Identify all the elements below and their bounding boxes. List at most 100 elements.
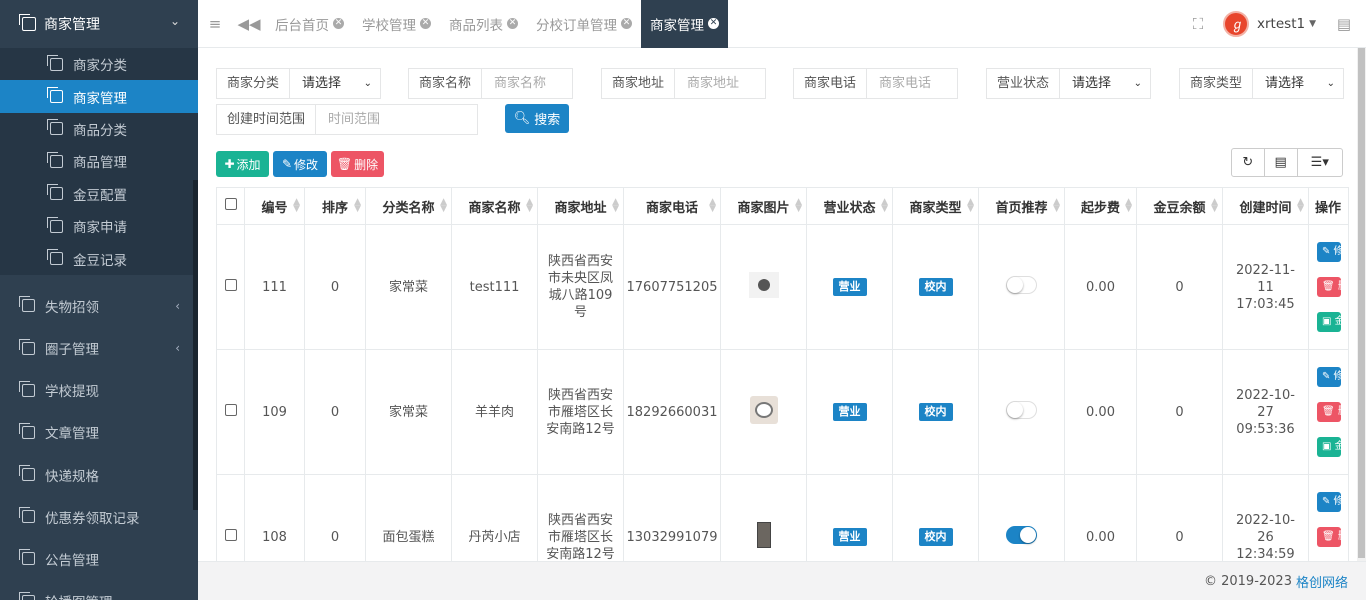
column-header[interactable]: 创建时间 ▲ ▼ xyxy=(1222,187,1309,225)
caret-down-icon[interactable]: ▼ xyxy=(1309,19,1316,29)
row-delete-button[interactable]: 🗑︎ 删 xyxy=(1317,277,1341,297)
recommend-toggle[interactable] xyxy=(1006,525,1037,544)
sidebar-item-notices[interactable]: 公告管理 xyxy=(0,538,198,580)
header-label: 商家名称 xyxy=(468,200,521,216)
column-header[interactable]: 排序 ▲ ▼ xyxy=(304,187,366,225)
avatar[interactable] xyxy=(1223,11,1250,37)
row-checkbox[interactable] xyxy=(224,403,237,416)
topbar: ≡ ◀◀ 后台首页 ✕ 学校管理 ✕ 商品列表 ✕ 分校订单管理 ✕ 商家管理 ✕ ⛶ x… xyxy=(198,0,1366,48)
tab-school[interactable]: 学校管理 ✕ xyxy=(353,0,440,48)
tab-products[interactable]: 商品列表 ✕ xyxy=(440,0,527,48)
column-header[interactable]: 商家名称 ▲ ▼ xyxy=(451,187,538,225)
menu-toggle-icon[interactable]: ≡ xyxy=(198,0,232,48)
toggle-view-icon[interactable]: ▤ xyxy=(1265,149,1298,176)
sidebar-subitem-merchant-management[interactable]: 商家管理 xyxy=(0,80,198,113)
merchant-image[interactable] xyxy=(756,521,771,548)
recommend-toggle[interactable] xyxy=(1006,275,1037,294)
brand-link[interactable]: 格创网络 xyxy=(1296,572,1348,591)
close-icon[interactable]: ✕ xyxy=(420,18,431,29)
column-header[interactable]: 起步费 ▲ ▼ xyxy=(1064,187,1137,225)
type-select[interactable]: 请选择 ⌄ xyxy=(1253,68,1345,99)
type-badge: 校内 xyxy=(918,528,953,546)
status-select[interactable]: 请选择 ⌄ xyxy=(1060,68,1152,99)
merchant-image[interactable] xyxy=(748,271,779,298)
topbar-right: ⛶ xrtest1 ▼ ▤ xyxy=(1181,0,1366,48)
cell-type: 校内 xyxy=(892,224,979,350)
category-select[interactable]: 请选择 ⌄ xyxy=(290,68,382,99)
columns-icon[interactable]: ☰▾ xyxy=(1298,149,1342,176)
settings-list-icon[interactable]: ▤ xyxy=(1330,0,1358,48)
address-input[interactable]: 商家地址 xyxy=(675,68,767,99)
row-edit-button[interactable]: ✎ 修 xyxy=(1317,492,1341,512)
sidebar-subitem-merchant-application[interactable]: 商家申请 xyxy=(0,210,198,242)
column-header[interactable]: 编号 ▲ ▼ xyxy=(244,187,305,225)
select-all-checkbox[interactable] xyxy=(224,198,237,210)
add-button[interactable]: ✚ 添加 xyxy=(216,151,269,177)
close-icon[interactable]: ✕ xyxy=(621,18,632,29)
close-icon[interactable]: ✕ xyxy=(507,18,518,29)
sidebar-item-articles[interactable]: 文章管理 xyxy=(0,411,198,453)
column-header[interactable]: 商家地址 ▲ ▼ xyxy=(537,187,624,225)
tab-home[interactable]: 后台首页 ✕ xyxy=(266,0,353,48)
row-delete-button[interactable]: 🗑︎ 删 xyxy=(1317,527,1341,547)
name-input[interactable]: 商家名称 xyxy=(482,68,574,99)
sidebar-item-label: 失物招领 xyxy=(45,299,99,316)
sidebar-item-express[interactable]: 快递规格 xyxy=(0,453,198,495)
copy-icon xyxy=(47,151,63,168)
column-header[interactable]: 商家类型 ▲ ▼ xyxy=(892,187,979,225)
column-header[interactable]: 金豆余额 ▲ ▼ xyxy=(1136,187,1223,225)
row-beans-button[interactable]: ▣ 金 xyxy=(1317,437,1341,457)
username[interactable]: xrtest1 xyxy=(1257,16,1305,32)
header-label: 金豆余额 xyxy=(1153,200,1206,216)
sidebar-item-merchant-management[interactable]: 商家管理 ⌄ xyxy=(0,0,198,48)
cell-type: 校内 xyxy=(892,474,979,561)
sidebar-item-coupons[interactable]: 优惠券领取记录 xyxy=(0,496,198,538)
date-range-input[interactable]: 时间范围 xyxy=(316,104,479,135)
sort-icon: ▲ ▼ xyxy=(795,197,802,214)
column-header[interactable]: 营业状态 ▲ ▼ xyxy=(806,187,893,225)
row-edit-button[interactable]: ✎ 修 xyxy=(1317,242,1341,262)
tab-branch-orders[interactable]: 分校订单管理 ✕ xyxy=(527,0,641,48)
header-label: 创建时间 xyxy=(1239,200,1292,216)
cell-fee: 0.00 xyxy=(1064,224,1137,350)
sidebar-item-school-withdraw[interactable]: 学校提现 xyxy=(0,369,198,411)
sidebar-subitem-bean-config[interactable]: 金豆配置 xyxy=(0,178,198,210)
sidebar-item-banners[interactable]: 轮播图管理 xyxy=(0,580,198,600)
select-value: 请选择 xyxy=(1072,76,1112,91)
row-checkbox[interactable] xyxy=(224,528,237,541)
column-header[interactable]: 分类名称 ▲ ▼ xyxy=(365,187,452,225)
copy-icon xyxy=(19,338,35,355)
tab-merchants[interactable]: 商家管理 ✕ xyxy=(641,0,728,48)
fullscreen-icon[interactable]: ⛶ xyxy=(1181,0,1215,48)
delete-button[interactable]: 🗑︎ 删除 xyxy=(331,151,384,177)
column-header[interactable]: 首页推荐 ▲ ▼ xyxy=(978,187,1065,225)
edit-button[interactable]: ✎ 修改 xyxy=(273,151,327,177)
sidebar-subitem-product-management[interactable]: 商品管理 xyxy=(0,145,198,177)
filter-phone: 商家电话 商家电话 xyxy=(793,68,959,99)
row-edit-button[interactable]: ✎ 修 xyxy=(1317,367,1341,387)
scrollbar-thumb[interactable] xyxy=(1358,48,1365,558)
cell-id: 108 xyxy=(244,474,305,561)
search-button[interactable]: 🔍︎ 搜索 xyxy=(505,104,569,133)
row-delete-button[interactable]: 🗑︎ 删 xyxy=(1317,402,1341,422)
chevron-down-icon: ⌄ xyxy=(363,78,373,89)
close-icon[interactable]: ✕ xyxy=(333,18,344,29)
page-scrollbar[interactable] xyxy=(1357,48,1366,561)
row-beans-button[interactable]: ▣ 金 xyxy=(1317,312,1341,332)
tabs-back-icon[interactable]: ◀◀ xyxy=(232,0,266,48)
merchant-image[interactable] xyxy=(749,395,778,424)
copy-icon xyxy=(47,87,63,104)
sidebar-item-lost-found[interactable]: 失物招领 ‹ xyxy=(0,285,198,327)
sidebar-subitem-bean-records[interactable]: 金豆记录 xyxy=(0,242,198,274)
recommend-toggle[interactable] xyxy=(1006,400,1037,419)
close-icon[interactable]: ✕ xyxy=(708,18,719,29)
column-header[interactable]: 商家电话 ▲ ▼ xyxy=(623,187,721,225)
sidebar-subitem-product-category[interactable]: 商品分类 xyxy=(0,113,198,145)
phone-input[interactable]: 商家电话 xyxy=(867,68,959,99)
row-checkbox[interactable] xyxy=(224,278,237,291)
filter-label: 营业状态 xyxy=(986,68,1061,99)
refresh-icon[interactable]: ↻ xyxy=(1232,149,1265,176)
column-header[interactable]: 商家图片 ▲ ▼ xyxy=(720,187,807,225)
sidebar-subitem-merchant-category[interactable]: 商家分类 xyxy=(0,48,198,80)
sidebar-item-circle[interactable]: 圈子管理 ‹ xyxy=(0,327,198,369)
